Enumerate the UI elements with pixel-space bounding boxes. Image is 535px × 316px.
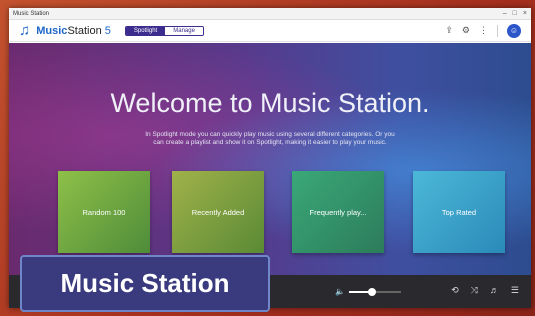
avatar[interactable]: ☺ bbox=[507, 23, 521, 38]
playlist-icon[interactable]: ☰ bbox=[511, 285, 519, 296]
repeat-icon[interactable]: ⟲ bbox=[451, 285, 459, 296]
volume-knob[interactable] bbox=[368, 287, 377, 296]
equalizer-icon[interactable]: ♬ bbox=[490, 285, 499, 296]
card-label: Top Rated bbox=[441, 207, 477, 217]
card-label: Random 100 bbox=[82, 207, 126, 217]
volume-control: 🔈 bbox=[335, 287, 401, 296]
divider bbox=[497, 24, 498, 37]
player-controls: ⟲ ⤨ ♬ ☰ bbox=[451, 285, 519, 296]
card-label: Frequently play... bbox=[309, 207, 367, 217]
hero-description: In Spotlight mode you can quickly play m… bbox=[145, 131, 395, 146]
card-recently-added[interactable]: Recently Added bbox=[172, 171, 264, 253]
card-frequently-played[interactable]: Frequently play... bbox=[292, 171, 384, 253]
minimize-button[interactable]: – bbox=[503, 10, 507, 17]
shuffle-icon[interactable]: ⤨ bbox=[471, 285, 478, 296]
card-label: Recently Added bbox=[191, 207, 245, 217]
volume-icon[interactable]: 🔈 bbox=[335, 287, 345, 296]
app-name-bold: Music bbox=[36, 24, 68, 37]
app-name: MusicStation 5 bbox=[36, 25, 111, 37]
upload-icon[interactable]: ⇪ bbox=[445, 25, 453, 36]
maximize-button[interactable]: □ bbox=[513, 10, 517, 17]
window-title: Music Station bbox=[13, 10, 50, 17]
mode-switch: Spotlight Manage bbox=[124, 25, 204, 36]
volume-slider[interactable] bbox=[348, 287, 401, 296]
card-top-rated[interactable]: Top Rated bbox=[413, 171, 505, 253]
header-tools: ⇪ ⚙ ⋮ ☺ bbox=[445, 23, 521, 38]
window-controls: – □ × bbox=[503, 10, 527, 17]
title-bar: Music Station – □ × bbox=[9, 8, 531, 20]
settings-icon[interactable]: ⚙ bbox=[462, 25, 470, 36]
card-random-100[interactable]: Random 100 bbox=[58, 171, 150, 253]
music-station-badge: Music Station bbox=[20, 255, 270, 312]
page-title: Welcome to Music Station. bbox=[110, 88, 430, 118]
close-button[interactable]: × bbox=[523, 10, 527, 17]
tab-spotlight[interactable]: Spotlight bbox=[125, 26, 166, 35]
spotlight-hero: Welcome to Music Station. In Spotlight m… bbox=[9, 43, 531, 275]
more-icon[interactable]: ⋮ bbox=[479, 25, 488, 36]
app-name-rest: Station bbox=[67, 24, 102, 37]
music-note-icon: ♫ bbox=[19, 22, 31, 39]
app-version: 5 bbox=[104, 24, 111, 37]
app-header: ♫ MusicStation 5 Spotlight Manage ⇪ ⚙ ⋮ … bbox=[9, 20, 531, 42]
tab-manage[interactable]: Manage bbox=[165, 26, 203, 35]
badge-label: Music Station bbox=[60, 268, 230, 298]
